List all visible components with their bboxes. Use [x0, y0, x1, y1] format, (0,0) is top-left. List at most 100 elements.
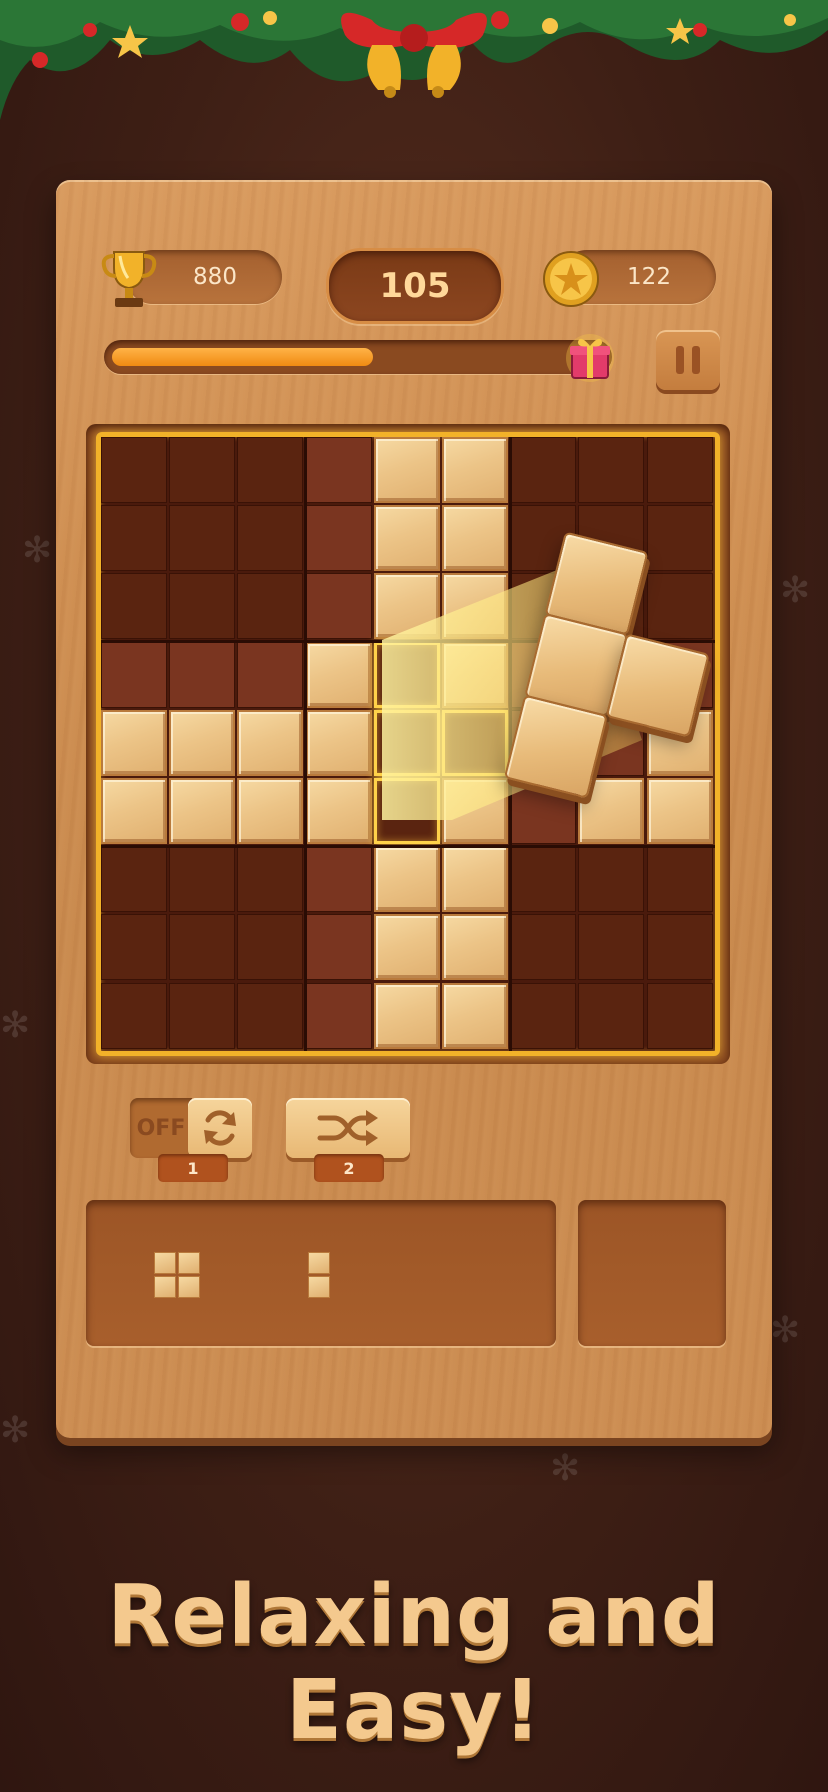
tray-piece-bar-block[interactable] — [308, 1252, 330, 1274]
grid-cell-filled[interactable] — [442, 846, 508, 913]
rotate-icon — [204, 1110, 236, 1146]
grid-cell-filled[interactable] — [169, 778, 236, 844]
grid-cell-empty[interactable] — [169, 437, 236, 503]
grid-cell-empty[interactable] — [305, 846, 372, 913]
grid-cell-empty[interactable] — [510, 914, 577, 981]
grid-cell-empty[interactable] — [237, 982, 304, 1049]
grid-cell-empty[interactable] — [373, 778, 440, 844]
grid-divider — [101, 844, 715, 848]
grid-cell-empty[interactable] — [578, 914, 645, 981]
grid-cell-empty[interactable] — [373, 641, 440, 708]
grid-cell-filled[interactable] — [169, 709, 236, 776]
grid-cell-empty[interactable] — [237, 641, 304, 708]
grid-cell-empty[interactable] — [101, 505, 167, 572]
snowflake-icon: ✻ — [22, 530, 53, 571]
grid-cell-empty[interactable] — [646, 914, 713, 981]
grid-cell-filled[interactable] — [305, 641, 372, 708]
grid-cell-filled[interactable] — [442, 505, 508, 572]
grid-cell-filled[interactable] — [305, 778, 372, 844]
snowflake-icon: ✻ — [0, 1410, 31, 1451]
grid-cell-filled[interactable] — [237, 778, 304, 844]
gift-icon — [566, 334, 614, 382]
grid-cell-empty[interactable] — [510, 437, 577, 503]
coin-icon — [543, 251, 599, 307]
rotate-count-badge: 1 — [158, 1154, 228, 1182]
grid-cell-filled[interactable] — [373, 437, 440, 503]
grid-cell-filled[interactable] — [373, 846, 440, 913]
rotate-booster-button[interactable]: OFF — [130, 1098, 252, 1158]
christmas-garland — [0, 0, 828, 120]
grid-cell-empty[interactable] — [101, 437, 167, 503]
grid-cell-empty[interactable] — [169, 573, 236, 640]
grid-cell-empty[interactable] — [101, 846, 167, 913]
level-progress-bar — [104, 340, 612, 374]
grid-cell-filled[interactable] — [442, 982, 508, 1049]
rotate-toggle-state: OFF — [130, 1098, 192, 1158]
coin-balance-value: 122 — [627, 264, 671, 290]
grid-cell-empty[interactable] — [101, 914, 167, 981]
pause-button[interactable] — [656, 330, 720, 390]
grid-cell-filled[interactable] — [305, 709, 372, 776]
shuffle-icon — [317, 1110, 378, 1146]
grid-cell-empty[interactable] — [169, 846, 236, 913]
grid-cell-empty[interactable] — [305, 573, 372, 640]
grid-cell-filled[interactable] — [373, 982, 440, 1049]
grid-cell-empty[interactable] — [510, 982, 577, 1049]
tray-piece-square-block[interactable] — [178, 1276, 200, 1298]
grid-cell-empty[interactable] — [237, 437, 304, 503]
grid-cell-empty[interactable] — [646, 846, 713, 913]
grid-cell-empty[interactable] — [169, 914, 236, 981]
shuffle-booster-button[interactable] — [286, 1098, 410, 1158]
grid-cell-empty[interactable] — [169, 982, 236, 1049]
snowflake-icon: ✻ — [770, 1310, 801, 1351]
grid-cell-filled[interactable] — [373, 914, 440, 981]
grid-cell-empty[interactable] — [646, 437, 713, 503]
grid-cell-empty[interactable] — [237, 914, 304, 981]
grid-cell-empty[interactable] — [305, 982, 372, 1049]
level-progress-fill — [112, 348, 373, 366]
grid-cell-empty[interactable] — [305, 437, 372, 503]
grid-cell-empty[interactable] — [578, 437, 645, 503]
grid-cell-filled[interactable] — [101, 778, 167, 844]
grid-cell-empty[interactable] — [578, 846, 645, 913]
shuffle-count-badge: 2 — [314, 1154, 384, 1182]
current-score-value: 105 — [379, 266, 451, 306]
grid-cell-empty[interactable] — [237, 846, 304, 913]
grid-cell-empty[interactable] — [237, 573, 304, 640]
grid-cell-empty[interactable] — [101, 573, 167, 640]
grid-cell-filled[interactable] — [237, 709, 304, 776]
grid-cell-empty[interactable] — [237, 505, 304, 572]
piece-tray — [86, 1200, 556, 1346]
grid-cell-empty[interactable] — [305, 505, 372, 572]
tray-piece-square-block[interactable] — [178, 1252, 200, 1274]
grid-cell-empty[interactable] — [169, 505, 236, 572]
snowflake-icon: ✻ — [0, 1005, 31, 1046]
current-score-display: 105 — [326, 248, 504, 324]
tray-piece-square-block[interactable] — [154, 1252, 176, 1274]
grid-cell-filled[interactable] — [442, 914, 508, 981]
grid-cell-filled[interactable] — [442, 573, 508, 640]
tray-piece-bar-block[interactable] — [308, 1276, 330, 1298]
best-score-value: 880 — [193, 264, 237, 290]
hold-slot[interactable] — [578, 1200, 726, 1346]
snowflake-icon: ✻ — [780, 570, 811, 611]
grid-cell-filled[interactable] — [101, 709, 167, 776]
grid-cell-empty[interactable] — [305, 914, 372, 981]
grid-cell-filled[interactable] — [373, 573, 440, 640]
grid-cell-filled[interactable] — [442, 437, 508, 503]
grid-cell-empty[interactable] — [101, 641, 167, 708]
promo-tagline: Relaxing and Easy! — [107, 1568, 721, 1758]
tray-piece-square-block[interactable] — [154, 1276, 176, 1298]
grid-cell-empty[interactable] — [101, 982, 167, 1049]
grid-cell-filled[interactable] — [442, 641, 508, 708]
grid-cell-empty[interactable] — [646, 982, 713, 1049]
grid-cell-empty[interactable] — [510, 846, 577, 913]
grid-cell-empty[interactable] — [373, 709, 440, 776]
pause-icon-bar — [692, 346, 700, 374]
grid-divider — [304, 437, 308, 1051]
grid-cell-empty[interactable] — [169, 641, 236, 708]
pause-icon-bar — [676, 346, 684, 374]
grid-cell-filled[interactable] — [373, 505, 440, 572]
trophy-icon — [101, 251, 157, 307]
grid-cell-empty[interactable] — [578, 982, 645, 1049]
